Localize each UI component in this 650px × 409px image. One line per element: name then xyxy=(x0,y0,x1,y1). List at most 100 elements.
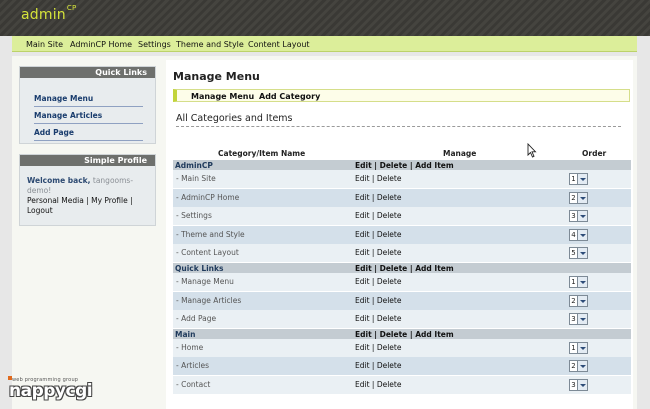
order-select[interactable]: 3 xyxy=(569,379,588,391)
top-nav: Main Site AdminCP Home Settings Theme an… xyxy=(12,36,637,52)
edit-link[interactable]: Edit xyxy=(355,314,370,323)
nav-main-site[interactable]: Main Site xyxy=(26,40,63,49)
chevron-down-icon[interactable] xyxy=(578,360,588,373)
delete-link[interactable]: Delete xyxy=(380,330,408,339)
item-actions: Edit | Delete xyxy=(355,248,402,258)
order-select[interactable]: 4 xyxy=(569,228,588,241)
nav-settings[interactable]: Settings xyxy=(138,40,171,49)
add-item-link[interactable]: Add Item xyxy=(415,161,453,170)
section-title: All Categories and Items xyxy=(176,113,293,124)
column-header-order: Order xyxy=(582,149,607,158)
subnav-add-category[interactable]: Add Category xyxy=(259,92,320,101)
item-actions: Edit | Delete xyxy=(355,314,402,324)
delete-link[interactable]: Delete xyxy=(377,380,402,389)
header-bar: adminCP xyxy=(0,0,650,36)
item-name: - Content Layout xyxy=(176,248,239,258)
nav-theme-and-style[interactable]: Theme and Style xyxy=(176,40,244,49)
delete-link[interactable]: Delete xyxy=(377,248,402,257)
order-select[interactable]: 1 xyxy=(569,276,588,288)
delete-link[interactable]: Delete xyxy=(377,230,402,239)
edit-link[interactable]: Edit xyxy=(355,330,372,339)
category-name: AdminCP xyxy=(175,161,213,170)
item-name: - Contact xyxy=(176,380,211,389)
order-select[interactable]: 1 xyxy=(569,341,588,354)
personal-media-link[interactable]: Personal Media xyxy=(27,196,84,205)
item-actions: Edit | Delete xyxy=(355,380,402,389)
delete-link[interactable]: Delete xyxy=(377,277,402,286)
edit-link[interactable]: Edit xyxy=(355,193,370,202)
chevron-down-icon[interactable] xyxy=(578,228,588,241)
add-item-link[interactable]: Add Item xyxy=(415,330,453,339)
order-value: 1 xyxy=(569,341,578,354)
quick-link-manage-articles[interactable]: Manage Articles xyxy=(34,107,143,124)
simple-profile-title: Simple Profile xyxy=(20,155,155,166)
delete-link[interactable]: Delete xyxy=(377,174,402,183)
quick-link-manage-menu[interactable]: Manage Menu xyxy=(34,90,143,107)
chevron-down-icon[interactable] xyxy=(578,276,588,288)
order-select[interactable]: 2 xyxy=(569,360,588,373)
chevron-down-icon[interactable] xyxy=(578,210,588,223)
order-select[interactable]: 5 xyxy=(569,247,588,260)
item-name: - Articles xyxy=(176,361,210,371)
delete-link[interactable]: Delete xyxy=(377,361,402,370)
edit-link[interactable]: Edit xyxy=(355,248,370,257)
order-select[interactable]: 2 xyxy=(569,294,588,307)
section-divider xyxy=(176,126,621,127)
delete-link[interactable]: Delete xyxy=(377,211,402,220)
category-row: Main Edit | Delete | Add Item xyxy=(173,328,631,339)
order-value: 5 xyxy=(569,247,578,260)
chevron-down-icon[interactable] xyxy=(578,247,588,260)
chevron-down-icon[interactable] xyxy=(578,379,588,391)
table-row: - Theme and Style Edit | Delete 4 xyxy=(173,225,631,244)
item-name: - Theme and Style xyxy=(176,229,245,239)
admincp-logo[interactable]: adminCP xyxy=(21,4,76,23)
edit-link[interactable]: Edit xyxy=(355,296,370,305)
edit-link[interactable]: Edit xyxy=(355,343,370,352)
chevron-down-icon[interactable] xyxy=(578,191,588,204)
item-actions: Edit | Delete xyxy=(355,192,402,202)
order-select[interactable]: 3 xyxy=(569,210,588,223)
order-select[interactable]: 3 xyxy=(569,313,588,326)
delete-link[interactable]: Delete xyxy=(380,264,408,273)
item-actions: Edit | Delete xyxy=(355,342,402,352)
edit-link[interactable]: Edit xyxy=(355,380,370,389)
delete-link[interactable]: Delete xyxy=(377,193,402,202)
table-row: - Contact Edit | Delete 3 xyxy=(173,376,631,394)
delete-link[interactable]: Delete xyxy=(380,161,408,170)
edit-link[interactable]: Edit xyxy=(355,230,370,239)
edit-link[interactable]: Edit xyxy=(355,161,372,170)
table-row: - Manage Articles Edit | Delete 2 xyxy=(173,291,631,310)
chevron-down-icon[interactable] xyxy=(578,173,588,185)
nav-content-layout[interactable]: Content Layout xyxy=(248,40,310,49)
edit-link[interactable]: Edit xyxy=(355,264,372,273)
item-actions: Edit | Delete xyxy=(355,361,402,371)
item-actions: Edit | Delete xyxy=(355,174,402,183)
edit-link[interactable]: Edit xyxy=(355,211,370,220)
edit-link[interactable]: Edit xyxy=(355,361,370,370)
add-item-link[interactable]: Add Item xyxy=(415,264,453,273)
subnav-manage-menu[interactable]: Manage Menu xyxy=(191,92,254,101)
delete-link[interactable]: Delete xyxy=(377,343,402,352)
item-name: - Main Site xyxy=(176,174,216,183)
logout-link[interactable]: Logout xyxy=(27,206,53,215)
nav-admincp-home[interactable]: AdminCP Home xyxy=(70,40,132,49)
edit-link[interactable]: Edit xyxy=(355,277,370,286)
order-value: 1 xyxy=(569,276,578,288)
order-select[interactable]: 2 xyxy=(569,191,588,204)
chevron-down-icon[interactable] xyxy=(578,313,588,326)
category-name: Main xyxy=(175,329,196,339)
main-panel: Manage Menu Manage Menu Add Category All… xyxy=(166,60,633,409)
quick-link-add-page[interactable]: Add Page xyxy=(34,124,143,141)
delete-link[interactable]: Delete xyxy=(377,314,402,323)
order-select[interactable]: 1 xyxy=(569,173,588,185)
table-row: - Manage Menu Edit | Delete 1 xyxy=(173,273,631,291)
edit-link[interactable]: Edit xyxy=(355,174,370,183)
my-profile-link[interactable]: My Profile xyxy=(91,196,128,205)
delete-link[interactable]: Delete xyxy=(377,296,402,305)
chevron-down-icon[interactable] xyxy=(578,294,588,307)
order-value: 4 xyxy=(569,228,578,241)
quick-links-box: Quick Links Manage Menu Manage Articles … xyxy=(19,66,156,144)
simple-profile-box: Simple Profile Welcome back, tangooms-de… xyxy=(19,154,156,226)
table-row: - Settings Edit | Delete 3 xyxy=(173,207,631,226)
chevron-down-icon[interactable] xyxy=(578,341,588,354)
